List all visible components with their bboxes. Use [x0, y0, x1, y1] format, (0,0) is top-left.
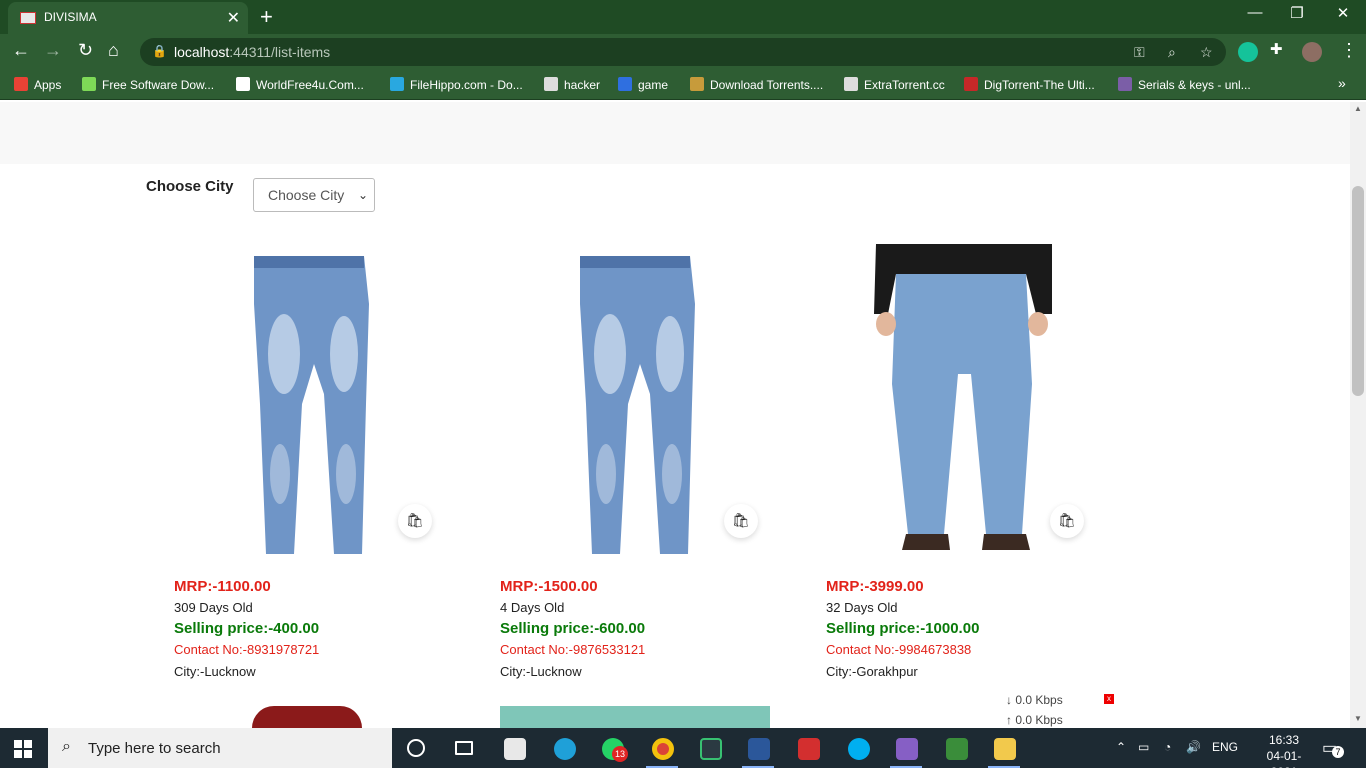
page-scrollbar[interactable]: ▲ ▼: [1350, 102, 1366, 728]
windows-start-icon[interactable]: [14, 740, 32, 758]
shopping-bag-icon[interactable]: 🛍: [398, 504, 432, 538]
speed-meter-close-icon[interactable]: x: [1104, 694, 1114, 704]
contact-number: Contact No:-9984673838: [826, 642, 972, 657]
taskbar-search[interactable]: ⌕ Type here to search: [48, 728, 392, 768]
file-explorer-icon[interactable]: [984, 732, 1024, 768]
product-card[interactable]: 🛍 MRP:-3999.00 32 Days Old Selling price…: [826, 244, 1096, 684]
language-indicator[interactable]: ENG: [1212, 740, 1238, 754]
city-name: City:-Lucknow: [500, 664, 582, 679]
listing-age: 4 Days Old: [500, 600, 565, 615]
bookmark-item[interactable]: WorldFree4u.Com...: [236, 77, 364, 92]
bookmark-apps[interactable]: Apps: [14, 77, 61, 92]
store-icon[interactable]: [494, 732, 534, 764]
notification-count: 7: [1332, 746, 1344, 758]
forward-icon[interactable]: →: [44, 40, 62, 61]
whatsapp-unread-badge: 13: [612, 746, 628, 762]
grammarly-icon[interactable]: [1238, 42, 1258, 62]
menu-icon[interactable]: ⋮: [1340, 40, 1358, 61]
bookmark-item[interactable]: Free Software Dow...: [82, 77, 214, 92]
bookmark-item[interactable]: Download Torrents....: [690, 77, 823, 92]
bookmark-item[interactable]: ExtraTorrent.cc: [844, 77, 945, 92]
tab-title: DIVISIMA: [44, 10, 97, 24]
lock-icon: 🔒: [152, 44, 167, 58]
restore-icon[interactable]: ❐: [1274, 4, 1320, 22]
browser-tab[interactable]: DIVISIMA ✕: [8, 2, 248, 34]
scroll-down-icon[interactable]: ▼: [1354, 714, 1362, 723]
close-tab-icon[interactable]: ✕: [227, 8, 240, 28]
taskbar: ⌕ Type here to search ⌃ ▭ ◔ 🔊 ENG 16:33 …: [0, 728, 1366, 779]
edge-icon[interactable]: [544, 732, 584, 764]
search-icon: ⌕: [62, 738, 71, 755]
url-text: localhost:44311/list-items: [174, 44, 331, 60]
extensions-icon[interactable]: ✚: [1270, 40, 1283, 58]
city-name: City:-Gorakhpur: [826, 664, 918, 679]
city-name: City:-Lucknow: [174, 664, 256, 679]
key-icon[interactable]: ⚿: [1134, 44, 1145, 61]
scrollbar-thumb[interactable]: [1352, 186, 1364, 396]
zoom-icon[interactable]: ⌕: [1168, 44, 1176, 61]
mrp-price: MRP:-1500.00: [500, 578, 598, 595]
selling-price: Selling price:-400.00: [174, 620, 320, 637]
address-bar[interactable]: 🔒 localhost:44311/list-items ⚿ ⌕ ☆: [140, 38, 1226, 66]
selling-price: Selling price:-1000.00: [826, 620, 980, 637]
scroll-up-icon[interactable]: ▲: [1354, 104, 1362, 113]
new-tab-icon[interactable]: +: [260, 4, 273, 30]
mrp-price: MRP:-3999.00: [826, 578, 924, 595]
visual-studio-icon[interactable]: [886, 732, 926, 768]
skype-icon[interactable]: [838, 732, 878, 764]
acrobat-icon[interactable]: [788, 732, 828, 764]
listing-age: 32 Days Old: [826, 600, 898, 615]
bookmark-item[interactable]: FileHippo.com - Do...: [390, 77, 523, 92]
cortana-icon[interactable]: [396, 732, 436, 764]
tab-strip: DIVISIMA ✕ + — ❐ ✕: [0, 0, 1366, 34]
header-band: [0, 102, 1350, 164]
contact-number: Contact No:-8931978721: [174, 642, 320, 657]
clock[interactable]: 16:33 04-01-2021: [1254, 732, 1314, 780]
volume-icon[interactable]: 🔊: [1186, 740, 1201, 754]
chevron-right-icon[interactable]: »: [1338, 75, 1346, 91]
bookmark-item[interactable]: hacker: [544, 77, 600, 92]
network-speed-meter: ↓ 0.0 Kbps ↑ 0.0 Kbps: [1006, 693, 1063, 727]
home-icon[interactable]: ⌂: [108, 40, 119, 61]
city-select[interactable]: Choose City ⌄: [253, 178, 375, 212]
task-view-icon[interactable]: [444, 732, 484, 764]
app-icon[interactable]: [936, 732, 976, 764]
minimize-icon[interactable]: —: [1232, 4, 1278, 21]
word-icon[interactable]: [738, 732, 778, 768]
app-icon[interactable]: [690, 732, 730, 764]
bookmark-item[interactable]: game: [618, 77, 668, 92]
search-placeholder: Type here to search: [88, 740, 221, 757]
contact-number: Contact No:-9876533121: [500, 642, 646, 657]
next-row-product-image: [252, 706, 362, 728]
bookmark-star-icon[interactable]: ☆: [1200, 44, 1213, 61]
battery-icon[interactable]: ▭: [1138, 740, 1149, 754]
chrome-icon[interactable]: [642, 732, 682, 768]
page-content: Choose City Choose City ⌄ 🛍 MRP:-1100.00…: [0, 102, 1350, 728]
bookmark-item[interactable]: DigTorrent-The Ulti...: [964, 77, 1095, 92]
close-window-icon[interactable]: ✕: [1320, 4, 1366, 22]
chevron-up-icon[interactable]: ⌃: [1116, 740, 1126, 754]
mrp-price: MRP:-1100.00: [174, 578, 271, 595]
site-favicon-icon: [20, 12, 36, 24]
listing-age: 309 Days Old: [174, 600, 253, 615]
shopping-bag-icon[interactable]: 🛍: [1050, 504, 1084, 538]
reload-icon[interactable]: ↻: [78, 40, 93, 61]
avatar[interactable]: [1302, 42, 1322, 62]
selling-price: Selling price:-600.00: [500, 620, 646, 637]
product-card[interactable]: 🛍 MRP:-1100.00 309 Days Old Selling pric…: [174, 244, 444, 684]
next-row-product-image: [500, 706, 770, 728]
shopping-bag-icon[interactable]: 🛍: [724, 504, 758, 538]
chevron-down-icon: ⌄: [357, 188, 368, 202]
city-filter-label: Choose City: [146, 178, 234, 195]
notification-icon[interactable]: ▭ 7: [1322, 738, 1344, 758]
bookmark-item[interactable]: Serials & keys - unl...: [1118, 77, 1251, 92]
bookmarks-bar: Apps Free Software Dow... WorldFree4u.Co…: [0, 70, 1366, 100]
wifi-icon[interactable]: ◔: [1164, 740, 1171, 754]
browser-toolbar: ← → ↻ ⌂ 🔒 localhost:44311/list-items ⚿ ⌕…: [0, 34, 1366, 70]
back-icon[interactable]: ←: [12, 40, 30, 61]
product-card[interactable]: 🛍 MRP:-1500.00 4 Days Old Selling price:…: [500, 244, 770, 684]
